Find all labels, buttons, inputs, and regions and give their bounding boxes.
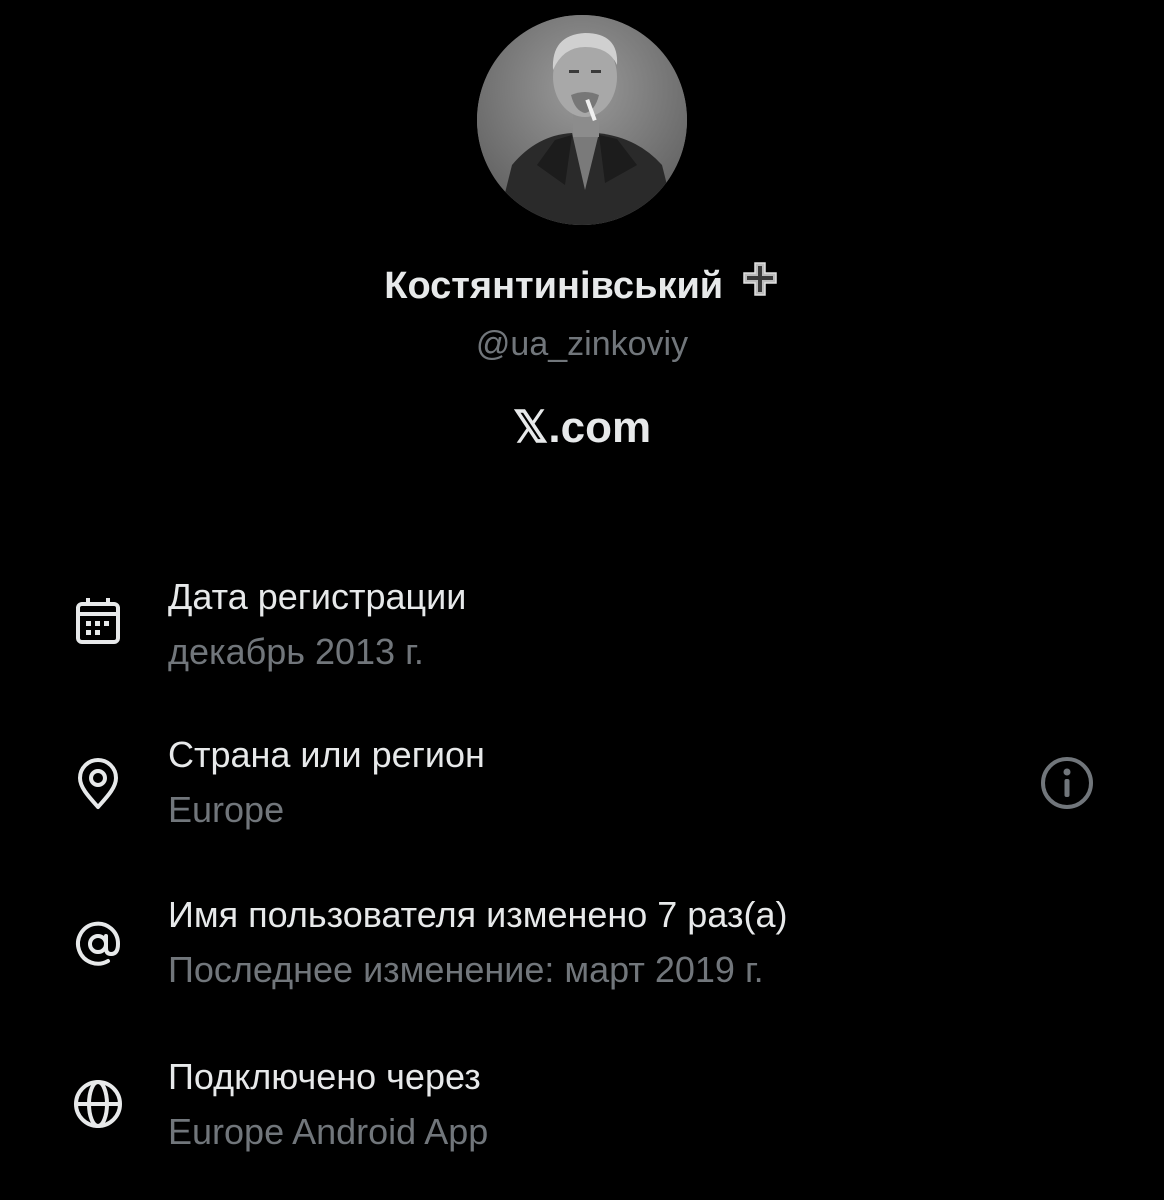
detail-row-connected-via: Подключено через Europe Android App (0, 1054, 1164, 1174)
info-icon[interactable] (1038, 754, 1096, 812)
at-sign-icon (76, 921, 121, 966)
detail-row-registration: Дата регистрации декабрь 2013 г. (0, 574, 1164, 694)
detail-value: Последнее изменение: март 2019 г. (168, 949, 764, 990)
avatar[interactable] (477, 15, 687, 225)
globe-icon (74, 1080, 122, 1128)
display-name: Костянтинівський (384, 265, 724, 307)
detail-title: Подключено через (168, 1056, 481, 1097)
detail-title: Дата регистрации (168, 576, 467, 617)
detail-value: декабрь 2013 г. (168, 631, 424, 672)
avatar-photo (477, 15, 687, 225)
detail-value: Europe (168, 789, 285, 830)
detail-title: Имя пользователя изменено 7 раз(а) (168, 894, 788, 935)
detail-value: Europe Android App (168, 1111, 489, 1152)
calendar-icon (76, 598, 120, 644)
location-pin-icon (78, 758, 118, 809)
detail-row-country: Страна или регион Europe (0, 732, 1164, 852)
cross-badge-icon (740, 261, 780, 309)
detail-row-username-changes: Имя пользователя изменено 7 раз(а) После… (0, 892, 1164, 1012)
profile-handle: @ua_zinkoviy (475, 325, 689, 363)
profile-name: Костянтинівський (0, 262, 1164, 310)
detail-title: Страна или регион (168, 734, 485, 775)
site-label: 𝕏.com (512, 403, 652, 452)
